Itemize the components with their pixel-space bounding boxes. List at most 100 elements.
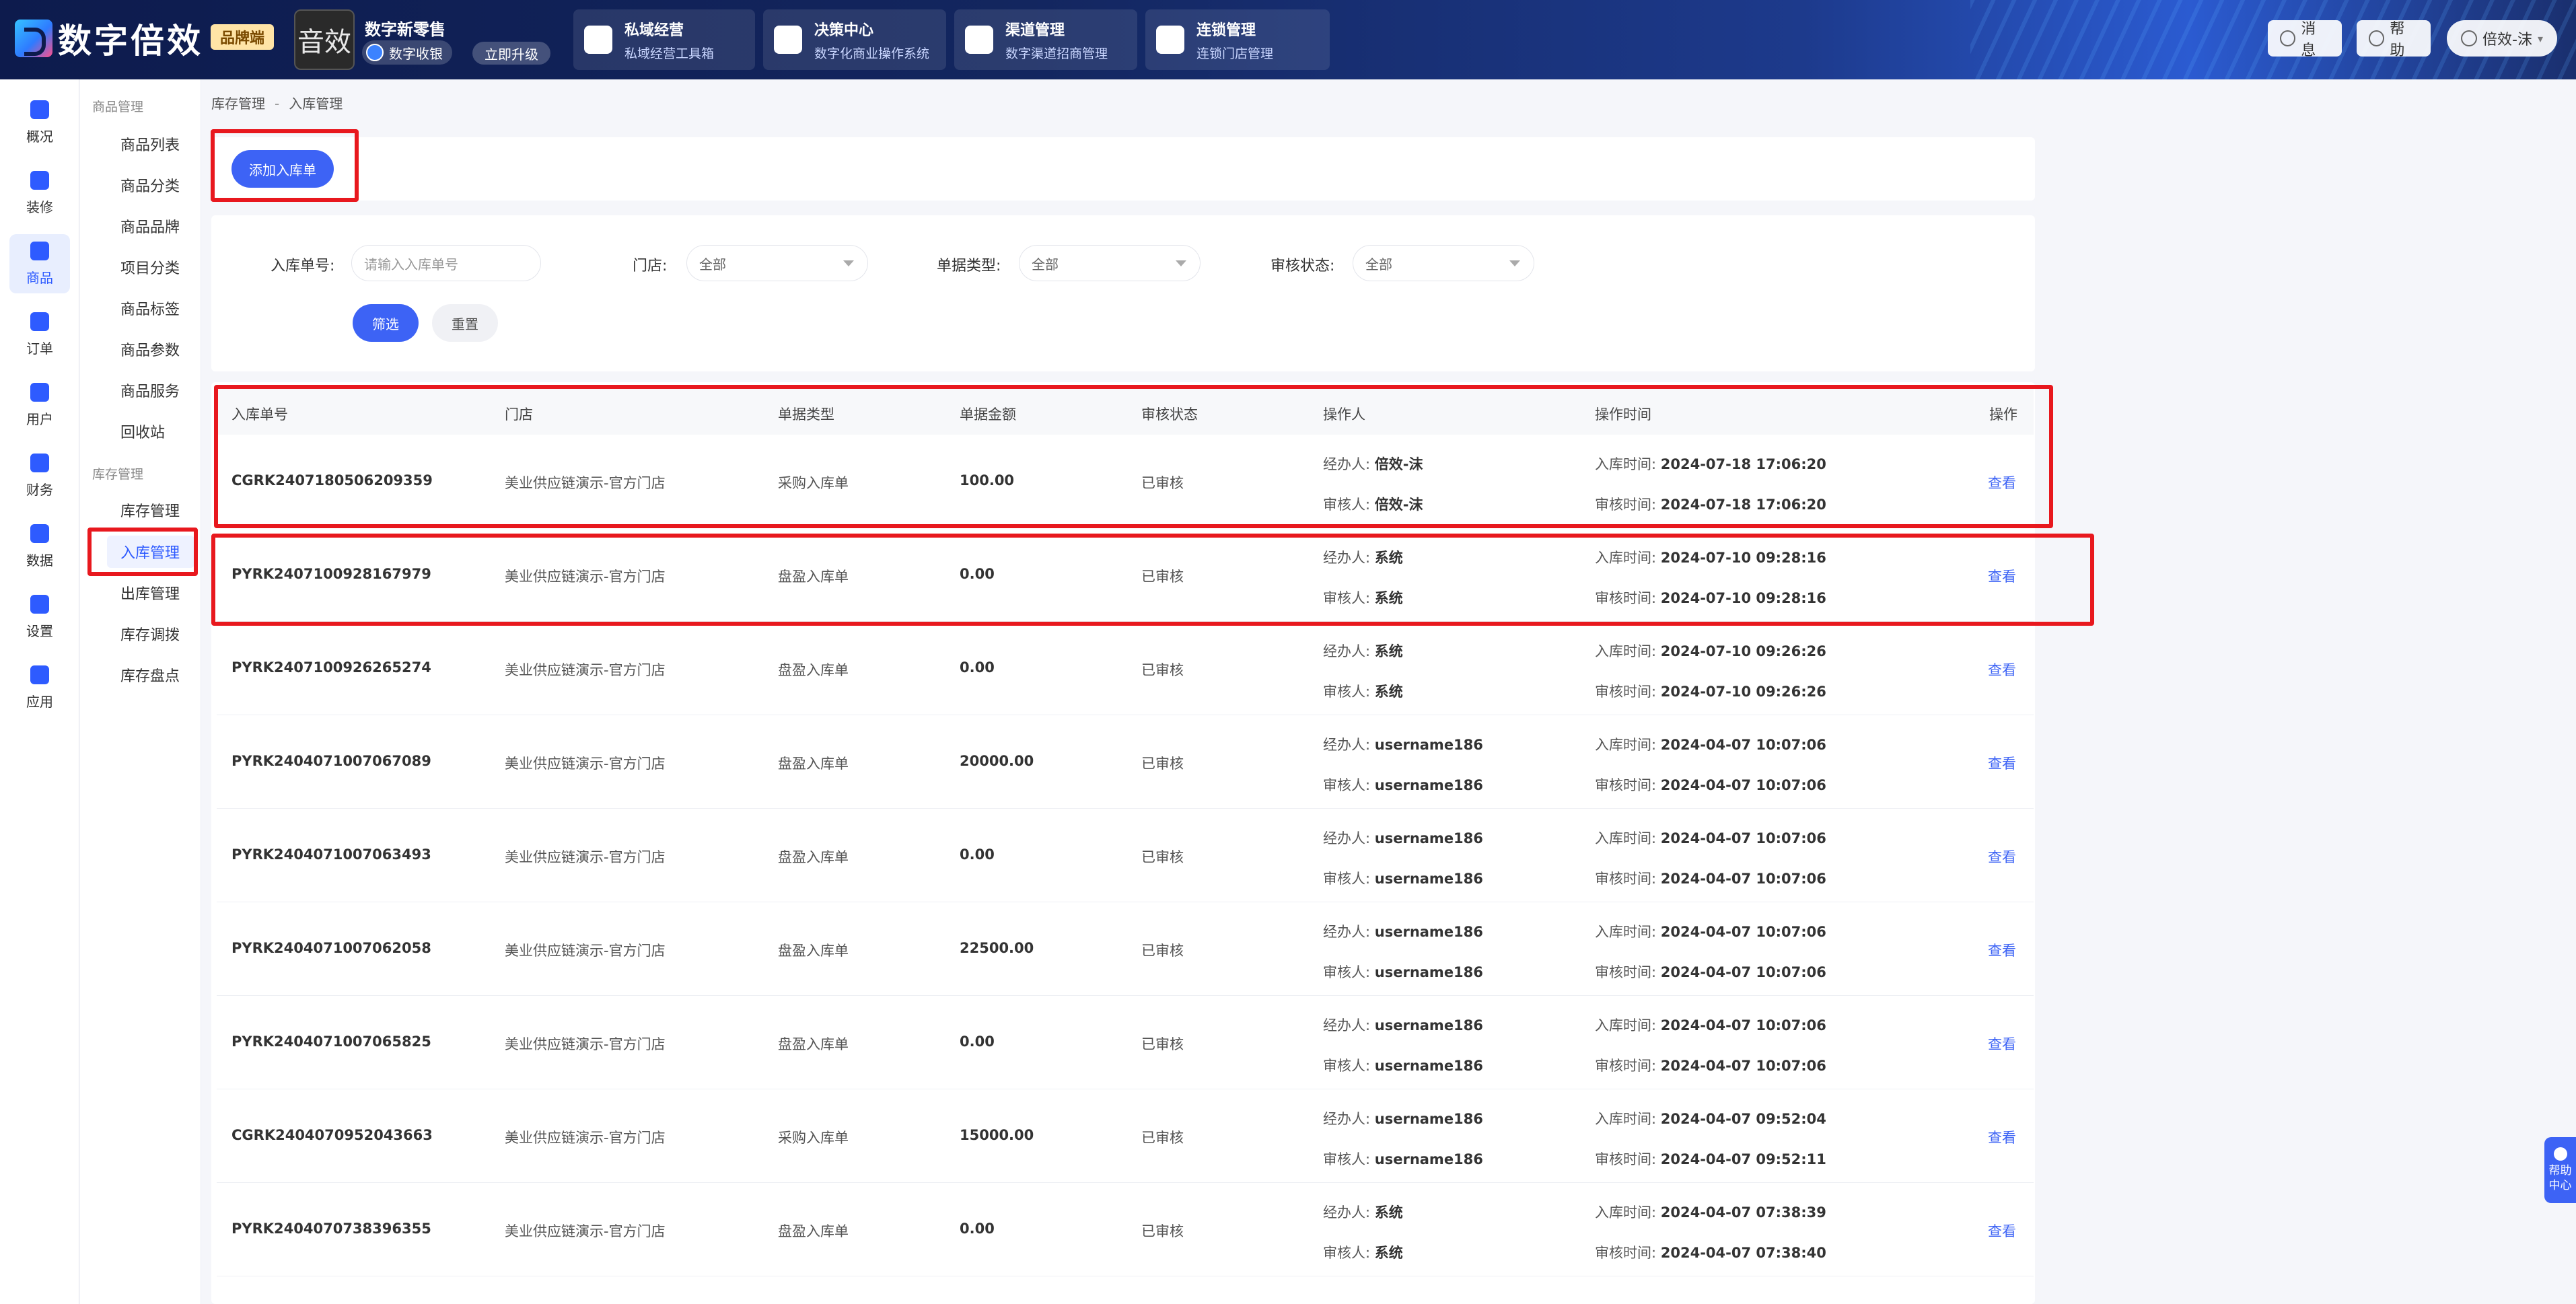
nav-label: 用户 — [26, 410, 53, 427]
module-decision-center[interactable]: 决策中心 数字化商业操作系统 — [763, 9, 946, 70]
table-header: 入库单号 门店 单据类型 单据金额 审核状态 操作人 操作时间 操作 — [217, 389, 2034, 435]
upgrade-button[interactable]: 立即升级 — [472, 42, 550, 65]
user-menu[interactable]: 倍效-沫 ▾ — [2447, 20, 2557, 57]
audit-time-value: 2024-04-07 10:07:06 — [1660, 1058, 1826, 1074]
handler-value: 系统 — [1374, 643, 1403, 659]
logo[interactable]: 数字倍效 — [15, 15, 203, 62]
view-link[interactable]: 查看 — [1988, 472, 2016, 493]
messages-label: 消息 — [2301, 21, 2316, 59]
store-select[interactable]: 全部 — [686, 245, 868, 281]
order-type: 盘盈入库单 — [778, 1223, 849, 1239]
nav-orders[interactable]: 订单 — [9, 305, 70, 364]
handler: 经办人: 系统 — [1323, 641, 1403, 661]
module-private-domain[interactable]: 私域经营 私域经营工具箱 — [573, 9, 755, 70]
subnav-item-goods-service[interactable]: 商品服务 — [107, 374, 194, 406]
handler-value: 倍效-沫 — [1374, 456, 1423, 472]
in-time-label: 入库时间: — [1595, 737, 1657, 753]
order-amount: 0.00 — [960, 846, 995, 863]
view-link[interactable]: 查看 — [1988, 566, 2016, 586]
view-link[interactable]: 查看 — [1988, 940, 2016, 960]
order-no: CGRK2407180506209359 — [231, 472, 433, 488]
handler-value: username186 — [1374, 1111, 1483, 1127]
order-no-label: 入库单号: — [271, 258, 335, 275]
subnav-item-project-category[interactable]: 项目分类 — [107, 251, 194, 283]
edition-badge: 品牌端 — [211, 24, 275, 50]
order-no-input[interactable]: 请输入入库单号 — [351, 245, 541, 281]
filter-button[interactable]: 筛选 — [353, 304, 419, 342]
store-avatar[interactable]: 音效 — [294, 9, 355, 70]
auditor-label: 审核人: — [1323, 871, 1371, 887]
nav-decorate[interactable]: 装修 — [9, 164, 70, 223]
audit-time: 审核时间: 2024-04-07 10:07:06 — [1595, 868, 1826, 888]
order-type: 采购入库单 — [778, 475, 849, 491]
table-row: PYRK2404071007065825 美业供应链演示-官方门店 盘盈入库单 0.0… — [217, 996, 2034, 1089]
subnav-item-goods-list[interactable]: 商品列表 — [107, 128, 194, 160]
nav-settings[interactable]: 设置 — [9, 587, 70, 647]
audit-time-label: 审核时间: — [1595, 777, 1657, 793]
view-link[interactable]: 查看 — [1988, 1127, 2016, 1147]
status-select[interactable]: 全部 — [1353, 245, 1534, 281]
nav-data[interactable]: 数据 — [9, 517, 70, 576]
order-type: 盘盈入库单 — [778, 569, 849, 585]
nav-label: 商品 — [26, 269, 53, 286]
subnav-item-goods-brand[interactable]: 商品品牌 — [107, 210, 194, 242]
in-time-value: 2024-04-07 09:52:04 — [1660, 1111, 1826, 1127]
nav-goods[interactable]: 商品 — [9, 234, 70, 293]
module-channel-management[interactable]: 渠道管理 数字渠道招商管理 — [954, 9, 1137, 70]
subnav-item-inventory[interactable]: 库存管理 — [107, 494, 194, 526]
auditor-label: 审核人: — [1323, 1151, 1371, 1167]
type-select[interactable]: 全部 — [1019, 245, 1201, 281]
reset-button[interactable]: 重置 — [432, 304, 498, 342]
in-time-value: 2024-04-07 10:07:06 — [1660, 1017, 1826, 1034]
subnav-item-stock-out[interactable]: 出库管理 — [107, 577, 194, 609]
help-center-float[interactable]: 帮助中心 — [2544, 1137, 2576, 1203]
nav-finance[interactable]: 财务 — [9, 446, 70, 505]
breadcrumb: 库存管理 - 入库管理 — [211, 93, 343, 112]
breadcrumb-item[interactable]: 库存管理 — [211, 96, 265, 112]
handler-label: 经办人: — [1323, 1017, 1371, 1034]
order-type: 盘盈入库单 — [778, 756, 849, 772]
view-link[interactable]: 查看 — [1988, 753, 2016, 773]
subnav-item-goods-params[interactable]: 商品参数 — [107, 333, 194, 365]
store-name-cell: 美业供应链演示-官方门店 — [505, 662, 666, 678]
add-stock-in-button[interactable]: 添加入库单 — [231, 150, 334, 188]
in-time: 入库时间: 2024-04-07 10:07:06 — [1595, 921, 1826, 941]
in-time: 入库时间: 2024-04-07 10:07:06 — [1595, 1015, 1826, 1035]
audit-time-label: 审核时间: — [1595, 684, 1657, 700]
handler-label: 经办人: — [1323, 1204, 1371, 1221]
table-row: CGRK2404070952043663 美业供应链演示-官方门店 采购入库单 150… — [217, 1089, 2034, 1183]
table-row: PYRK2404071007063493 美业供应链演示-官方门店 盘盈入库单 0.0… — [217, 809, 2034, 902]
subnav-item-stock-in[interactable]: 入库管理 — [107, 536, 194, 568]
view-link[interactable]: 查看 — [1988, 846, 2016, 867]
subnav-item-goods-category[interactable]: 商品分类 — [107, 169, 194, 201]
auditor: 审核人: username186 — [1323, 1055, 1483, 1075]
type-select-value: 全部 — [1032, 256, 1059, 273]
order-no: PYRK2404071007062058 — [231, 940, 431, 956]
audit-time-value: 2024-04-07 07:38:40 — [1660, 1245, 1826, 1261]
nav-apps[interactable]: 应用 — [9, 658, 70, 717]
auditor-value: 系统 — [1374, 590, 1403, 606]
view-link[interactable]: 查看 — [1988, 1221, 2016, 1241]
subnav-item-recycle-bin[interactable]: 回收站 — [107, 415, 194, 447]
audit-time: 审核时间: 2024-04-07 09:52:11 — [1595, 1149, 1826, 1169]
order-amount: 20000.00 — [960, 753, 1034, 769]
in-time-label: 入库时间: — [1595, 643, 1657, 659]
data-icon — [30, 523, 49, 543]
table-row: PYRK2404071007062058 美业供应链演示-官方门店 盘盈入库单 225… — [217, 902, 2034, 996]
auditor-value: username186 — [1374, 777, 1483, 793]
secondary-nav: 商品管理 商品列表 商品分类 商品品牌 项目分类 商品标签 商品参数 商品服务 … — [80, 79, 201, 1304]
messages-button[interactable]: 消息 — [2268, 20, 2342, 59]
view-link[interactable]: 查看 — [1988, 659, 2016, 680]
view-link[interactable]: 查看 — [1988, 1034, 2016, 1054]
subnav-item-goods-tags[interactable]: 商品标签 — [107, 292, 194, 324]
nav-users[interactable]: 用户 — [9, 375, 70, 435]
help-button[interactable]: 帮助 — [2357, 20, 2431, 59]
module-chain-management[interactable]: 连锁管理 连锁门店管理 — [1145, 9, 1330, 70]
in-time: 入库时间: 2024-07-10 09:26:26 — [1595, 641, 1826, 661]
nav-overview[interactable]: 概况 — [9, 93, 70, 152]
subnav-item-stock-transfer[interactable]: 库存调拨 — [107, 618, 194, 650]
audit-time: 审核时间: 2024-07-18 17:06:20 — [1595, 494, 1826, 514]
auditor: 审核人: username186 — [1323, 774, 1483, 795]
subnav-item-stock-count[interactable]: 库存盘点 — [107, 659, 194, 691]
column-header: 单据类型 — [778, 406, 834, 423]
